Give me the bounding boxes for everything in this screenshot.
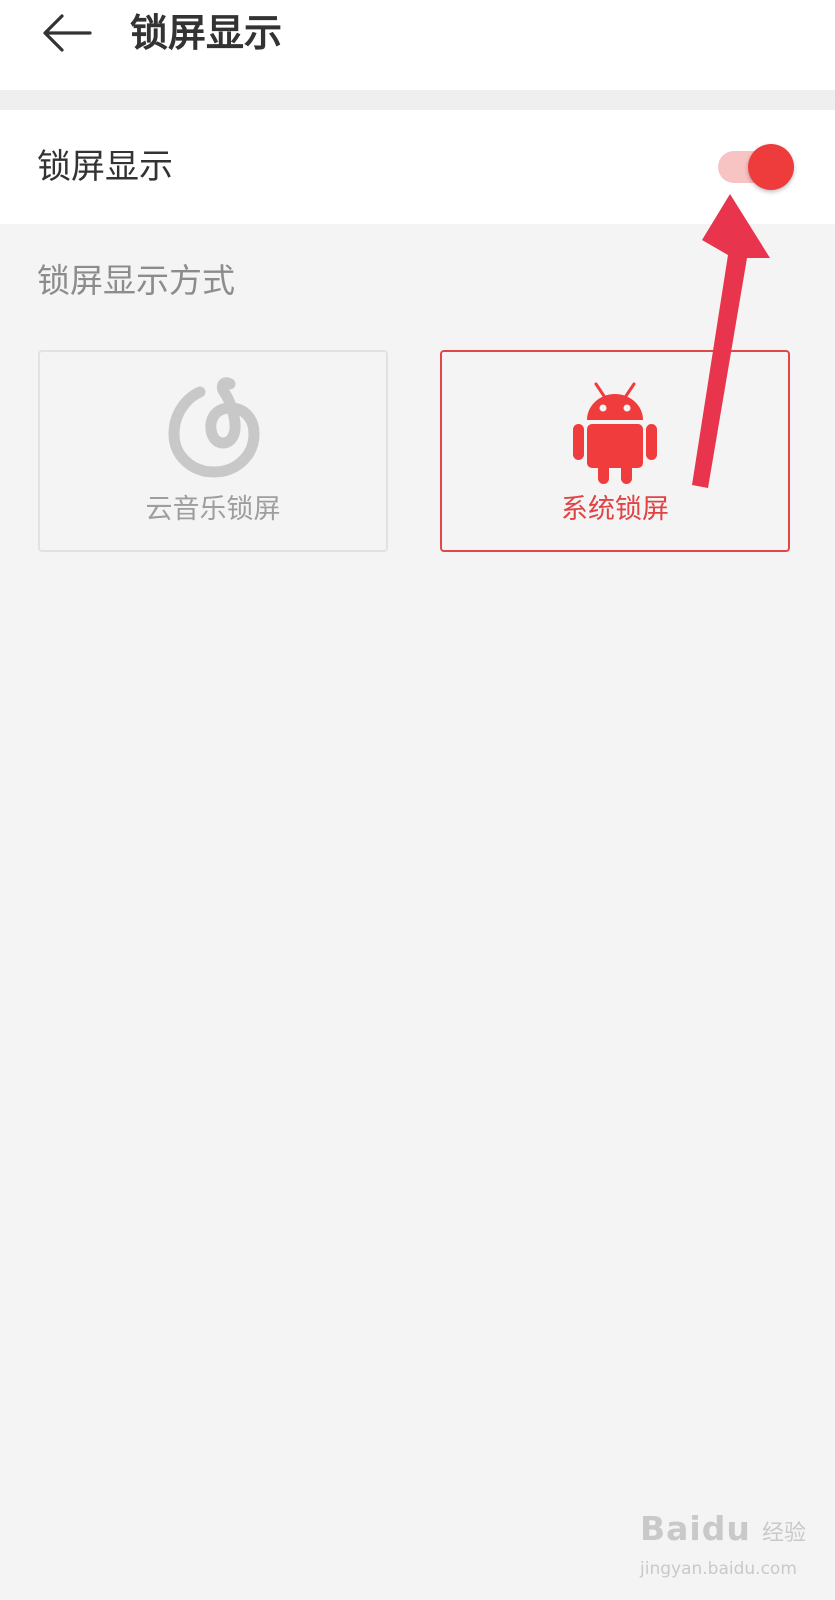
watermark-brand: Baidu bbox=[640, 1509, 751, 1548]
watermark-url: jingyan.baidu.com bbox=[640, 1559, 797, 1579]
lock-screen-display-row[interactable]: 锁屏显示 bbox=[0, 110, 835, 224]
lock-screen-toggle[interactable] bbox=[712, 144, 794, 190]
option-system-lockscreen[interactable]: 系统锁屏 bbox=[440, 350, 790, 552]
option-label: 云音乐锁屏 bbox=[145, 494, 281, 525]
android-icon bbox=[573, 382, 657, 484]
back-button[interactable] bbox=[36, 8, 96, 58]
netease-cloud-music-icon bbox=[168, 377, 260, 478]
arrow-left-icon bbox=[43, 14, 92, 52]
option-cloud-music-lockscreen[interactable]: 云音乐锁屏 bbox=[38, 350, 388, 552]
baidu-jingyan-watermark: Baidu 经验 jingyan.baidu.com bbox=[630, 1505, 830, 1585]
option-label: 系统锁屏 bbox=[561, 494, 669, 525]
section-divider bbox=[0, 90, 835, 110]
lock-screen-display-label: 锁屏显示 bbox=[37, 147, 173, 187]
page-title: 锁屏显示 bbox=[130, 11, 283, 55]
top-bar: 锁屏显示 bbox=[0, 0, 835, 90]
watermark-sub: 经验 bbox=[762, 1521, 807, 1546]
toggle-knob bbox=[748, 144, 794, 190]
display-mode-heading: 锁屏显示方式 bbox=[37, 261, 235, 300]
